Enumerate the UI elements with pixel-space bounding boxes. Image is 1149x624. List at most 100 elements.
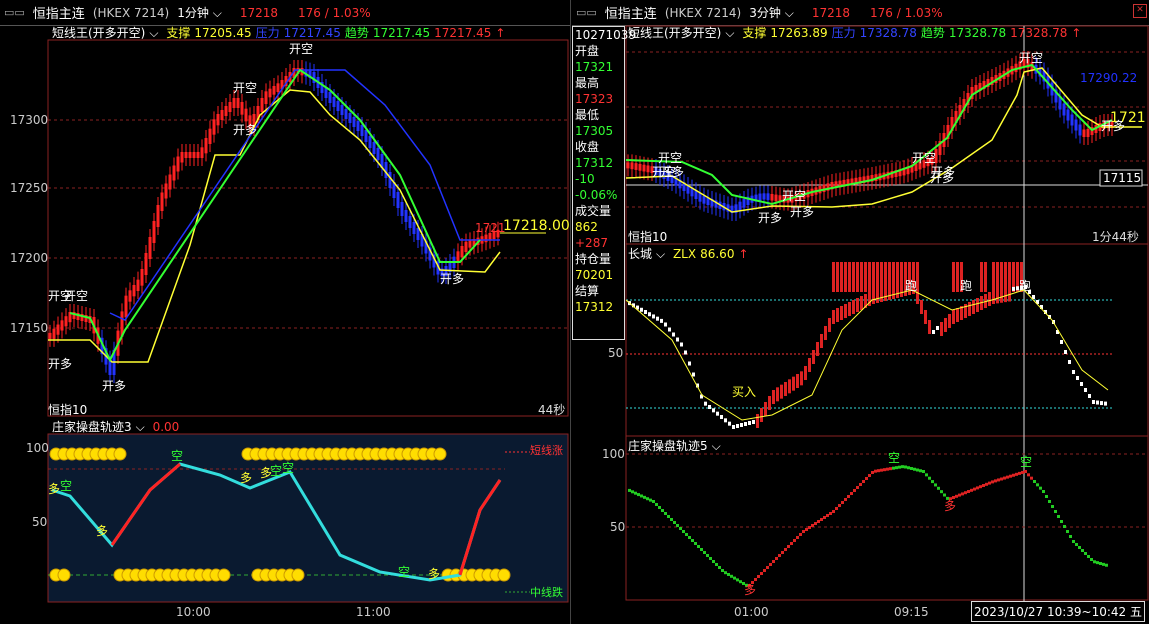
sub-green-step [934, 483, 937, 487]
sub-red-step [841, 501, 844, 504]
mid-red-block [776, 387, 779, 402]
sub-signal-label: 空 [1020, 455, 1032, 469]
candle-body [456, 251, 460, 263]
sub-green-step [724, 571, 727, 575]
chevron-down-icon[interactable]: ⌵ [136, 420, 145, 434]
sub-signal-label: 多 [48, 482, 60, 496]
candle-body [376, 148, 380, 160]
right-candlestick-chart[interactable]: 1711517290.221721开空开空开空开多开多开空开多开多开空开多开多5… [572, 0, 1149, 624]
sub-red-step [781, 551, 784, 554]
signal-label: 开多 [440, 272, 464, 286]
support-line [625, 67, 1142, 213]
mid-white-dot [648, 312, 651, 317]
candle-body [180, 152, 184, 163]
mid-white-dot [740, 423, 743, 427]
sub-green-step [682, 530, 685, 533]
chevron-down-icon[interactable]: ⌵ [712, 439, 721, 453]
mid-red-block [844, 304, 847, 318]
signal-label: 开多 [1101, 119, 1125, 133]
mid-red-block [756, 414, 759, 428]
indicator-name[interactable]: 短线王(开多开空) [628, 26, 721, 40]
red-bar [876, 262, 879, 292]
candle-body [152, 221, 156, 243]
sub-green-step [727, 573, 730, 576]
chevron-down-icon[interactable]: ⌵ [149, 26, 158, 40]
chevron-down-icon[interactable]: ⌵ [725, 26, 734, 40]
candle-body [416, 228, 420, 240]
mid-red-block [968, 302, 971, 316]
mid-white-dot [684, 350, 687, 355]
sub-green-step [1045, 495, 1048, 498]
price-axis-label: 17300 [10, 113, 48, 127]
sub-red-step [793, 539, 796, 542]
info-open: 17321 [575, 60, 614, 74]
support-label: 支撑 [742, 26, 767, 40]
info-oi-label: 持仓量 [575, 252, 612, 266]
right-sub-legend[interactable]: 庄家操盘轨迹5 ⌵ [628, 437, 725, 454]
trend-value: 17217.45 [372, 26, 431, 40]
candle-body [400, 202, 404, 216]
right-chart-window[interactable]: ▭▭ 恒指主连 (HKEX 7214) 3分钟 ⌵ 17218 176 / 1.… [572, 0, 1149, 624]
sub-green-step [718, 566, 721, 569]
mid-red-block [852, 300, 855, 314]
sub-red-step [766, 566, 769, 569]
mid-indicator-name[interactable]: 长城 [628, 247, 652, 261]
mid-red-block [860, 296, 863, 310]
sub-red-step [997, 478, 1000, 482]
candle-body [200, 147, 204, 158]
indicator-name[interactable]: 短线王(开多开空) [52, 26, 145, 40]
mid-red-block [920, 300, 923, 314]
left-chart-window[interactable]: ▭▭ 恒指主连 (HKEX 7214) 1分钟 ⌵ 17218 176 / 1.… [0, 0, 571, 624]
mid-white-dot [1068, 360, 1071, 364]
candle-body [136, 279, 140, 291]
sub-red-step [835, 507, 838, 510]
sub-red-step [856, 486, 859, 489]
left-sub-legend[interactable]: 庄家操盘轨迹3 ⌵ 0.00 [52, 418, 183, 435]
sub-red-step [988, 481, 991, 485]
right-main-legend[interactable]: 短线王(开多开空) ⌵ 支撑 17263.89 压力 17328.78 趋势 17328.7… [628, 24, 1085, 41]
sub-green-step [895, 466, 898, 470]
sub-indicator-value: 0.00 [152, 420, 180, 434]
chevron-down-icon[interactable]: ⌵ [656, 247, 665, 261]
sub-green-step [1063, 525, 1066, 528]
sub-axis-label: 100 [602, 447, 625, 461]
mid-legend[interactable]: 长城 ⌵ ZLX 86.60 ↑ [628, 245, 753, 262]
sub-indicator-name[interactable]: 庄家操盘轨迹5 [628, 439, 708, 453]
sub-green-step [1078, 546, 1081, 549]
sub-red-step [880, 468, 883, 472]
sub-red-step [850, 492, 853, 495]
mid-white-dot [1100, 401, 1103, 406]
left-main-legend[interactable]: 短线王(开多开空) ⌵ 支撑 17205.45 压力 17217.45 趋势 17217.4… [52, 24, 509, 41]
candle-body [140, 269, 144, 286]
sub-signal-label: 空 [888, 451, 900, 465]
candle-body [758, 193, 762, 201]
sub-red-step [994, 479, 997, 483]
sub-green-step [919, 469, 922, 473]
sub-red-step [889, 467, 892, 471]
sub-red-step [886, 467, 889, 471]
last-price-small: 1721 [475, 221, 506, 235]
candle-body [232, 98, 236, 108]
mid-red-block [840, 306, 843, 320]
sub-red-step [982, 484, 985, 487]
sub-signal-label: 多 [240, 471, 252, 485]
red-bar [880, 262, 883, 292]
sub-green-step [1084, 552, 1087, 555]
sub-green-step [922, 470, 925, 473]
mid-red-block [888, 286, 891, 300]
mid-red-block [924, 310, 927, 324]
sub-indicator-name[interactable]: 庄家操盘轨迹3 [52, 420, 132, 434]
mid-signal-label: 买入 [732, 385, 756, 399]
sub-green-step [1054, 510, 1057, 513]
candle-body [212, 119, 216, 135]
time-axis-label: 11:00 [356, 605, 391, 619]
trend-label: 趋势 [920, 26, 945, 40]
candle-body [1086, 129, 1090, 137]
mid-red-block [1000, 288, 1003, 303]
sub-green-step [1090, 558, 1093, 561]
left-candlestick-chart[interactable]: 1730017250172001715017218.001721开空开空开多开空… [0, 0, 570, 624]
sub-signal-label: 多 [96, 524, 108, 538]
time-axis-label: 10:00 [176, 605, 211, 619]
price-axis-label: 17250 [10, 181, 48, 195]
mid-red-block [940, 322, 943, 336]
